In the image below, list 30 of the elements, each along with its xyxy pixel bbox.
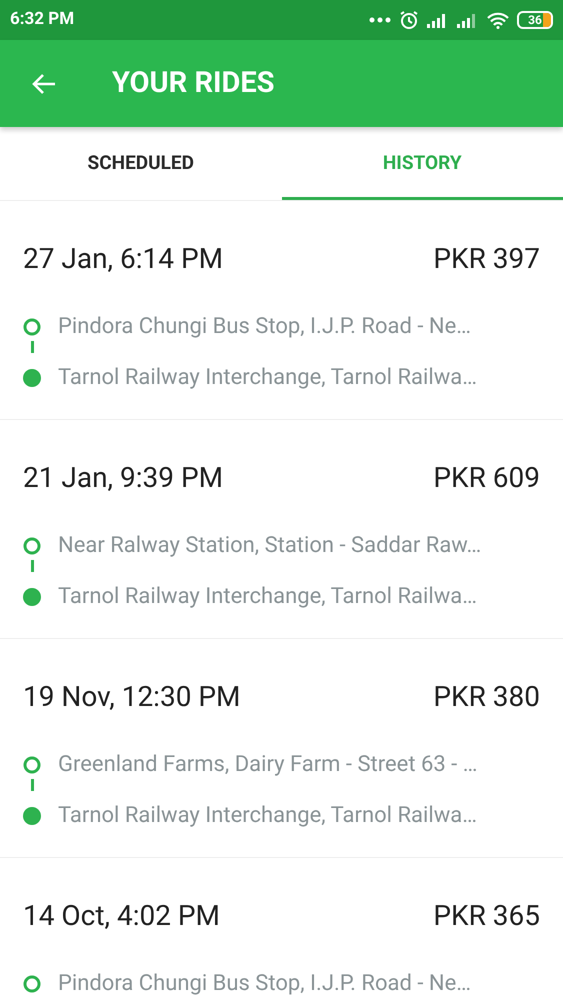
stop-address: Pindora Chungi Bus Stop, I.J.P. Road - Ne… (58, 313, 471, 341)
stop-address: Greenland Farms, Dairy Farm - Street 63 - … (58, 751, 478, 779)
ride-date: 19 Nov, 12:30 PM (23, 679, 240, 715)
ride-fare: PKR 380 (433, 679, 540, 715)
ride-fare: PKR 397 (433, 241, 540, 277)
wifi-icon (487, 12, 509, 28)
ride-fare: PKR 609 (433, 460, 540, 496)
dropoff-dot-icon (23, 806, 41, 824)
ride-date: 27 Jan, 6:14 PM (23, 241, 224, 277)
stop-address: Pindora Chungi Bus Stop, I.J.P. Road - Ne… (58, 970, 471, 998)
back-arrow-icon (31, 72, 57, 96)
pickup-circle-icon (23, 318, 41, 336)
dropoff-dot-icon (23, 588, 41, 606)
stop-address: Tarnol Railway Interchange, Tarnol Railwa… (58, 364, 477, 392)
pickup-circle-icon (23, 756, 41, 774)
dropoff-dot-icon (23, 368, 41, 386)
stop-address: Tarnol Railway Interchange, Tarnol Railwa… (58, 583, 477, 611)
stop-address: Tarnol Railway Interchange, Tarnol Railwa… (58, 802, 477, 830)
status-time: 6:32 PM (10, 8, 74, 32)
pickup-circle-icon (23, 974, 41, 992)
page-title: YOUR RIDES (112, 64, 275, 102)
tab[interactable]: SCHEDULED (0, 127, 282, 200)
more-icon (369, 17, 391, 23)
pickup-circle-icon (23, 536, 41, 554)
ride-date: 14 Oct, 4:02 PM (23, 898, 220, 934)
ride-date: 21 Jan, 9:39 PM (23, 460, 224, 496)
alarm-icon (399, 10, 419, 30)
stop-address: Near Ralway Station, Station - Saddar Raw… (58, 532, 482, 560)
ride-fare: PKR 365 (433, 898, 540, 934)
battery-icon: 36 (517, 11, 553, 29)
